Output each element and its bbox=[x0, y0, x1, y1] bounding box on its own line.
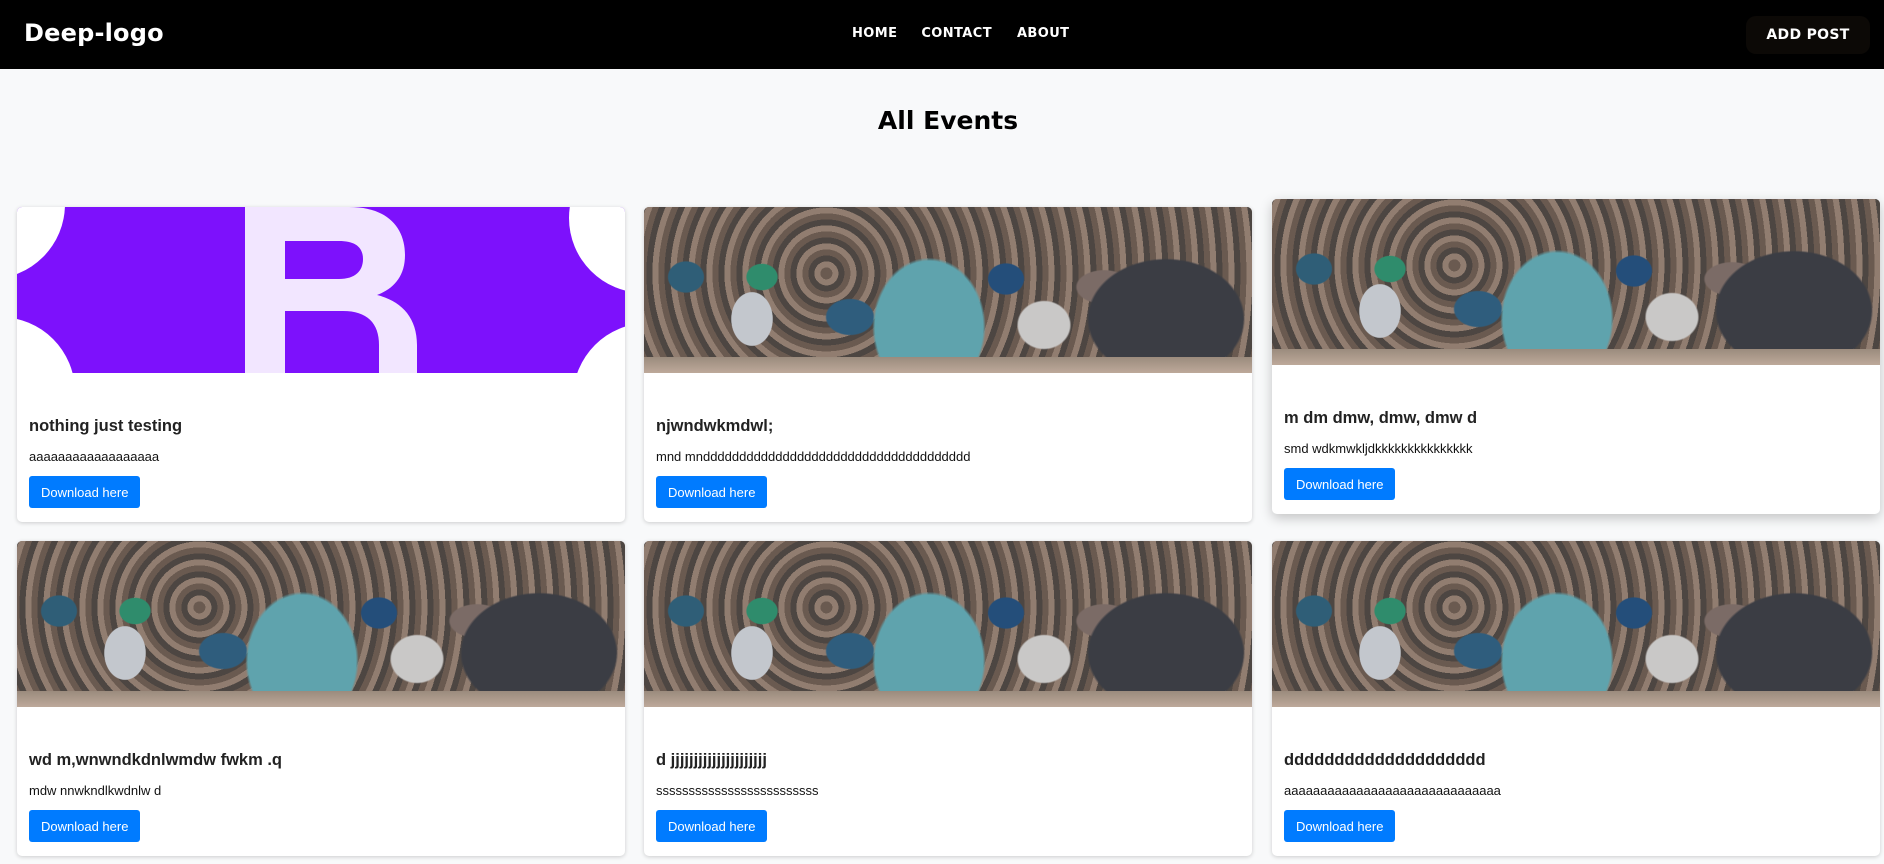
event-description: mnd mndddddddddddddddddddddddddddddddddd… bbox=[656, 449, 971, 464]
event-title: nothing just testing bbox=[29, 417, 183, 435]
download-button[interactable]: Download here bbox=[29, 810, 141, 842]
nav-link-contact[interactable]: CONTACT bbox=[921, 26, 992, 41]
page-title: All Events bbox=[877, 106, 1019, 135]
event-description: aaaaaaaaaaaaaaaaaaaaaaaaaaaaaa bbox=[1284, 783, 1501, 798]
event-card: d jjjjjjjjjjjjjjjjjjjjj ssssssssssssssss… bbox=[644, 541, 1252, 856]
brand-logo[interactable]: Deep-logo bbox=[24, 19, 164, 47]
event-description: smd wdkmwkljdkkkkkkkkkkkkkkk bbox=[1284, 441, 1473, 456]
event-description: sssssssssssssssssssssssss bbox=[656, 783, 819, 798]
event-title: wd m,wnwndkdnlwmdw fwkm .q bbox=[29, 751, 283, 769]
event-image-pebbles bbox=[1272, 541, 1880, 707]
nav-link-about[interactable]: ABOUT bbox=[1017, 26, 1069, 41]
download-button[interactable]: Download here bbox=[29, 476, 141, 508]
top-navbar: Deep-logo HOME CONTACT ABOUT ADD POST bbox=[0, 0, 1884, 69]
event-title: m dm dmw, dmw, dmw d bbox=[1284, 409, 1478, 427]
event-title: dddddddddddddddddddd bbox=[1284, 751, 1486, 769]
event-image-pebbles bbox=[644, 207, 1252, 373]
download-button[interactable]: Download here bbox=[1284, 468, 1396, 500]
download-button[interactable]: Download here bbox=[656, 476, 768, 508]
event-title: njwndwkmdwl; bbox=[656, 417, 774, 435]
event-image-pebbles bbox=[1272, 199, 1880, 365]
event-description: mdw nnwkndlkwdnlw d bbox=[29, 783, 162, 798]
nav-link-home[interactable]: HOME bbox=[852, 26, 897, 41]
event-image-pebbles bbox=[644, 541, 1252, 707]
event-card: njwndwkmdwl; mnd mnddddddddddddddddddddd… bbox=[644, 207, 1252, 522]
event-card: nothing just testing aaaaaaaaaaaaaaaaaa … bbox=[17, 207, 625, 522]
event-title: d jjjjjjjjjjjjjjjjjjjjj bbox=[656, 751, 767, 769]
add-post-button[interactable]: ADD POST bbox=[1746, 16, 1870, 54]
bootstrap-b-icon bbox=[245, 207, 417, 373]
event-image-bootstrap-logo bbox=[17, 207, 625, 373]
event-card: wd m,wnwndkdnlwmdw fwkm .q mdw nnwkndlkw… bbox=[17, 541, 625, 856]
event-card: dddddddddddddddddddd aaaaaaaaaaaaaaaaaaa… bbox=[1272, 541, 1880, 856]
download-button[interactable]: Download here bbox=[1284, 810, 1396, 842]
event-description: aaaaaaaaaaaaaaaaaa bbox=[29, 449, 160, 464]
event-image-pebbles bbox=[17, 541, 625, 707]
download-button[interactable]: Download here bbox=[656, 810, 768, 842]
event-card: m dm dmw, dmw, dmw d smd wdkmwkljdkkkkkk… bbox=[1272, 199, 1880, 514]
nav-links: HOME CONTACT ABOUT bbox=[852, 26, 1069, 41]
